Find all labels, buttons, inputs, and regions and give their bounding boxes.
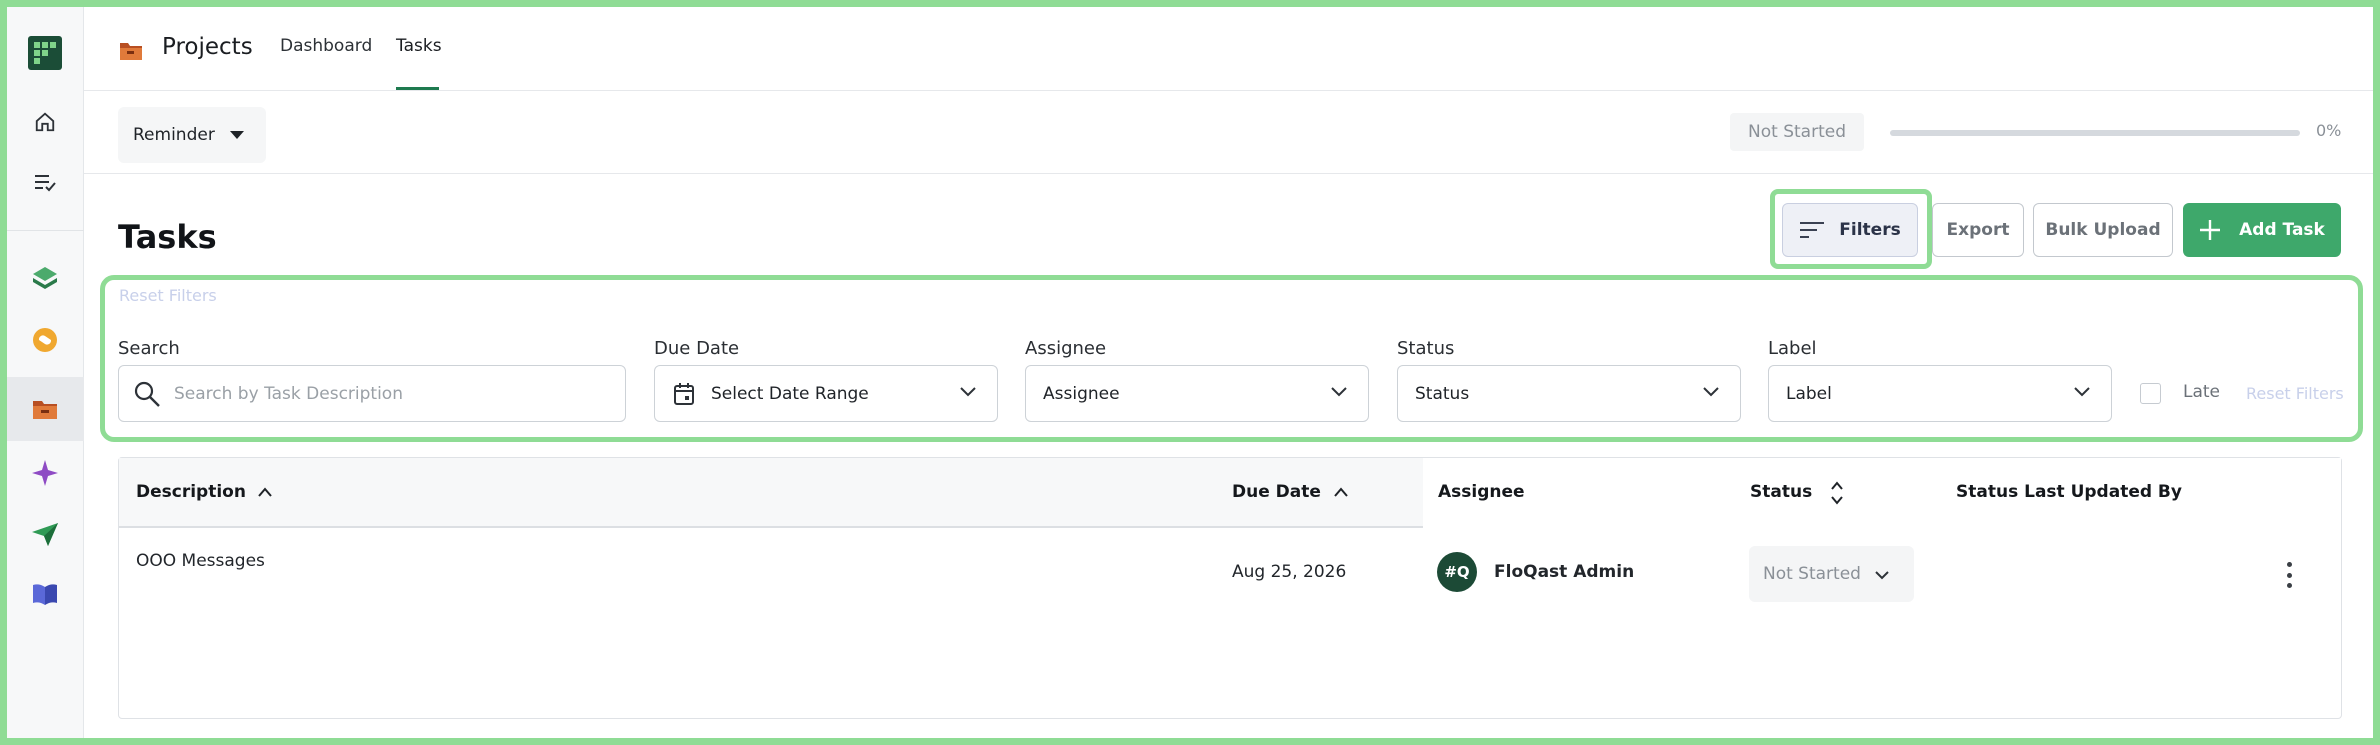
due-date-value: Select Date Range (711, 383, 869, 404)
filters-button-label: Filters (1839, 220, 1901, 240)
chevron-down-icon (1331, 387, 1347, 397)
app-logo[interactable] (28, 36, 62, 70)
assignee-select[interactable]: Assignee (1025, 365, 1369, 422)
sort-up-icon[interactable] (1333, 486, 1349, 498)
tasks-table: Description Due Date Assignee Status Sta… (118, 457, 2342, 719)
task-assignee: FloQast Admin (1494, 562, 1635, 582)
reminder-bar: Reminder Not Started 0% (84, 92, 2373, 174)
search-placeholder: Search by Task Description (174, 383, 403, 404)
page-title: Tasks (118, 218, 217, 256)
checklist-icon[interactable] (29, 166, 61, 198)
search-input[interactable]: Search by Task Description (118, 365, 626, 422)
progress-text: 0% (2316, 121, 2342, 140)
plus-icon (2200, 220, 2221, 240)
chevron-down-icon (2074, 387, 2090, 397)
reminder-label: Reminder (133, 125, 215, 145)
assignee-value: Assignee (1043, 383, 1120, 404)
chevron-down-icon (1703, 387, 1719, 397)
reminder-dropdown[interactable]: Reminder (118, 107, 266, 163)
add-task-label: Add Task (2239, 220, 2325, 240)
page-section-title: Projects (162, 34, 253, 60)
book-icon[interactable] (29, 578, 61, 610)
label-select[interactable]: Label (1768, 365, 2112, 422)
tab-active-indicator (396, 87, 439, 90)
filter-lines-icon (1800, 222, 1825, 238)
tab-tasks[interactable]: Tasks (396, 36, 442, 56)
sort-up-icon[interactable] (257, 486, 273, 498)
task-status-select[interactable]: Not Started (1749, 546, 1914, 602)
top-nav: Projects Dashboard Tasks (84, 7, 2373, 91)
status-value: Status (1415, 383, 1470, 404)
label-filter-label: Label (1768, 338, 1817, 359)
due-date-label: Due Date (654, 338, 740, 359)
task-due-date: Aug 25, 2026 (1232, 562, 1347, 582)
reset-filters-link[interactable]: Reset Filters (2246, 384, 2344, 403)
chevron-down-icon (960, 387, 976, 397)
column-header-status-last-updated-by[interactable]: Status Last Updated By (1956, 482, 2182, 502)
late-label: Late (2183, 382, 2221, 402)
filters-button[interactable]: Filters (1782, 203, 1918, 257)
column-header-status[interactable]: Status (1750, 482, 1812, 502)
avatar: #Q (1437, 552, 1477, 592)
column-header-description[interactable]: Description (136, 482, 246, 502)
column-header-due-date[interactable]: Due Date (1232, 482, 1321, 502)
project-status-badge: Not Started (1730, 113, 1864, 151)
calendar-icon (674, 383, 694, 405)
add-task-button[interactable]: Add Task (2183, 203, 2341, 257)
sidebar-divider (7, 230, 84, 231)
tab-dashboard[interactable]: Dashboard (280, 36, 372, 56)
progress-bar (1890, 130, 2300, 136)
search-icon (134, 381, 160, 407)
send-icon[interactable] (29, 518, 61, 550)
reset-filters-link-top[interactable]: Reset Filters (119, 286, 217, 305)
assignee-label: Assignee (1025, 338, 1107, 359)
folder-icon[interactable] (29, 393, 61, 425)
status-select[interactable]: Status (1397, 365, 1741, 422)
caret-down-icon (230, 131, 244, 139)
search-label: Search (118, 338, 180, 359)
sort-toggle-icon[interactable] (1829, 480, 1845, 506)
late-checkbox[interactable] (2140, 383, 2161, 404)
due-date-picker[interactable]: Select Date Range (654, 365, 998, 422)
export-button[interactable]: Export (1932, 203, 2024, 257)
chevron-down-icon (1875, 571, 1889, 580)
row-menu-icon[interactable] (2279, 562, 2299, 588)
column-header-assignee[interactable]: Assignee (1438, 482, 1525, 502)
task-status-value: Not Started (1763, 564, 1861, 584)
link-icon[interactable] (29, 324, 61, 356)
task-description[interactable]: OOO Messages (136, 551, 265, 571)
status-label: Status (1397, 338, 1455, 359)
projects-folder-icon (118, 39, 144, 63)
sparkle-icon[interactable] (29, 457, 61, 489)
sidebar (7, 7, 84, 738)
table-header-unsorted (1423, 458, 2341, 528)
layers-icon[interactable] (29, 262, 61, 294)
label-value: Label (1786, 383, 1832, 404)
home-icon[interactable] (29, 106, 61, 138)
bulk-upload-button[interactable]: Bulk Upload (2033, 203, 2173, 257)
